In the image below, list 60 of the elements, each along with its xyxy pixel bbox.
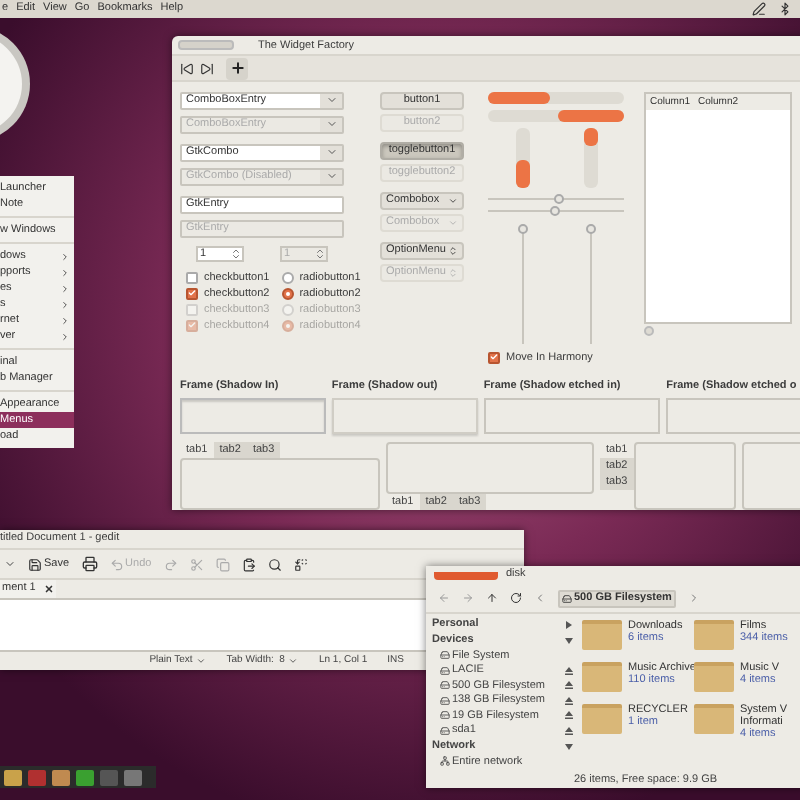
triangle-down-icon[interactable]: [564, 635, 574, 645]
chevron-down-icon: [288, 656, 299, 666]
drive-icon: [440, 695, 450, 706]
forward-icon[interactable]: [462, 592, 474, 604]
network-icon: [440, 756, 450, 767]
triangle-right-icon[interactable]: [564, 619, 574, 629]
close-icon[interactable]: [43, 584, 54, 594]
drive-icon: [440, 680, 450, 691]
save-icon: [28, 557, 42, 571]
search-icon[interactable]: [267, 557, 282, 571]
chevron-left-icon[interactable]: [534, 592, 546, 604]
slider-thumb[interactable]: [585, 223, 595, 234]
radio-button[interactable]: [281, 271, 294, 284]
chevron-down-icon[interactable]: [4, 558, 16, 570]
print-icon[interactable]: [81, 556, 98, 572]
checkbox[interactable]: [186, 287, 198, 300]
drive-icon: [440, 725, 450, 736]
checkbox[interactable]: [488, 351, 500, 364]
drive-icon: [440, 665, 450, 676]
cut-icon[interactable]: [189, 557, 204, 571]
pen-icon[interactable]: [752, 2, 766, 16]
check-icon: [490, 352, 498, 363]
scrollbar-thumb[interactable]: [644, 325, 654, 336]
skip-back-icon[interactable]: [180, 61, 194, 76]
folder-icon[interactable]: [694, 662, 734, 692]
notebook-page: [742, 442, 800, 510]
chevron-down-icon: [196, 656, 207, 666]
eject-icon[interactable]: [564, 680, 574, 691]
bluetooth-icon[interactable]: [778, 2, 792, 16]
slider-thumb[interactable]: [554, 193, 565, 204]
back-icon[interactable]: [438, 592, 450, 604]
eject-icon[interactable]: [564, 725, 574, 736]
add-button[interactable]: [226, 57, 248, 80]
folder-icon[interactable]: [694, 620, 734, 650]
drive-icon: [440, 650, 450, 661]
paste-icon[interactable]: [241, 557, 256, 571]
checkbox[interactable]: [186, 271, 198, 284]
redo-icon[interactable]: [163, 557, 178, 571]
slider-thumb[interactable]: [549, 205, 560, 216]
drive-icon: [562, 593, 572, 603]
eject-icon[interactable]: [564, 665, 574, 676]
slider-thumb[interactable]: [517, 223, 527, 234]
reload-icon[interactable]: [510, 592, 522, 604]
chevron-right-icon[interactable]: [687, 592, 700, 604]
undo-icon: [109, 557, 124, 571]
window-controls-icon[interactable]: [434, 571, 498, 579]
frame: [666, 398, 800, 434]
skip-forward-icon[interactable]: [200, 61, 214, 76]
check-icon: [188, 288, 196, 299]
triangle-down-icon[interactable]: [564, 741, 574, 751]
up-down-arrows-icon: [448, 245, 458, 256]
drive-icon: [440, 710, 450, 721]
check-icon: [188, 320, 196, 331]
folder-icon[interactable]: [694, 704, 734, 734]
up-icon[interactable]: [486, 592, 498, 604]
radio-button[interactable]: [281, 287, 294, 300]
eject-icon[interactable]: [564, 710, 574, 721]
up-down-arrows-icon: [448, 267, 458, 278]
eject-icon[interactable]: [564, 695, 574, 706]
copy-icon[interactable]: [215, 557, 230, 571]
